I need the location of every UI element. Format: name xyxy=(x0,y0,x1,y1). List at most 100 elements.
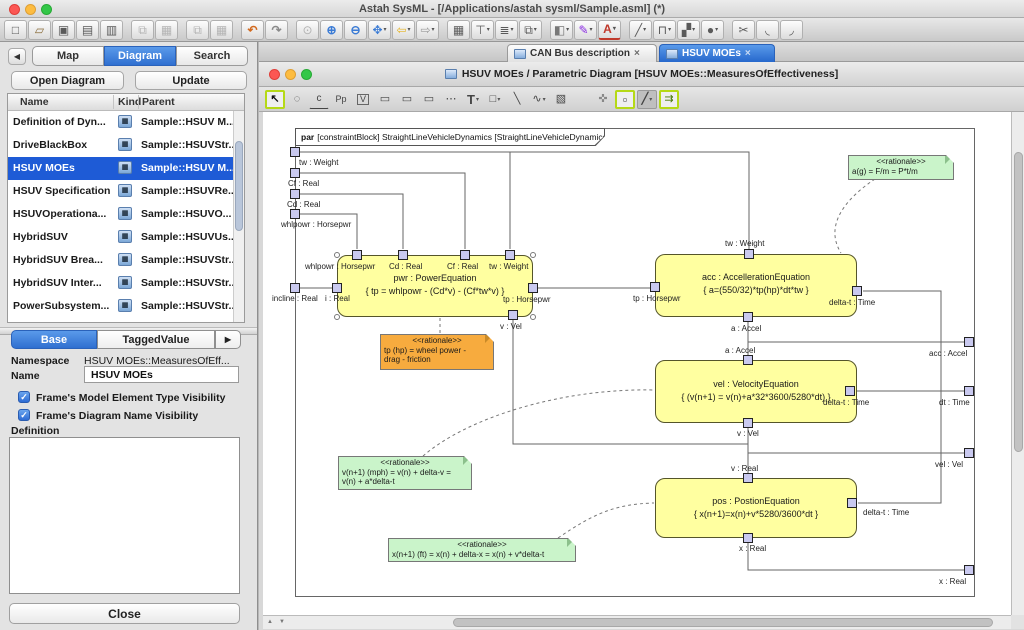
pwr-port-cf[interactable] xyxy=(460,250,470,260)
list-item[interactable]: HSUVOperationa... ▦ Sample::HSUVO... xyxy=(8,203,244,226)
model-element-type-checkbox[interactable]: ✓ xyxy=(18,391,30,403)
close-tab-icon[interactable]: × xyxy=(634,48,640,59)
forward-button[interactable]: ▾ xyxy=(416,20,439,40)
new-file-button[interactable] xyxy=(4,20,27,40)
package-tool-button[interactable] xyxy=(331,90,351,109)
tab-diagram[interactable]: Diagram xyxy=(104,46,176,66)
line-color-button[interactable]: ▾ xyxy=(574,20,597,40)
list-item[interactable]: HybridSUV Inter... ▦ Sample::HSUVStr... xyxy=(8,272,244,295)
curve-style-2-button[interactable] xyxy=(780,20,803,40)
list-item-selected[interactable]: HSUV MOEs ▦ Sample::HSUV M... xyxy=(8,157,244,180)
select-tool-button[interactable] xyxy=(265,90,285,109)
list-item[interactable]: Definition of Dyn... ▦ Sample::HSUV M... xyxy=(8,111,244,134)
fill-color-button[interactable]: ▾ xyxy=(550,20,573,40)
zoom-fit-button[interactable]: ▾ xyxy=(368,20,391,40)
paste-model-button[interactable] xyxy=(155,20,178,40)
print-preview-button[interactable] xyxy=(100,20,123,40)
name-input[interactable]: HSUV MOEs xyxy=(84,366,239,383)
scroll-down-icon[interactable]: ▼ xyxy=(279,619,285,625)
selection-handle[interactable] xyxy=(530,314,536,320)
align-vertical-button[interactable]: ▾ xyxy=(471,20,494,40)
pos-port-x[interactable] xyxy=(743,533,753,543)
font-color-button[interactable]: ▾ xyxy=(598,20,621,40)
rationale-note-position[interactable]: <<rationale>> x(n+1) (ft) = x(n) + delta… xyxy=(388,538,576,562)
list-item[interactable]: HybridSUV Brea... ▦ Sample::HSUVStr... xyxy=(8,249,244,272)
zoom-out-button[interactable] xyxy=(344,20,367,40)
frame-port-whlpowr[interactable] xyxy=(290,209,300,219)
column-header-name[interactable]: Name xyxy=(20,96,49,108)
back-button[interactable]: ▾ xyxy=(392,20,415,40)
tab-hsuv-moes[interactable]: HSUV MOEs × xyxy=(659,44,775,62)
scroll-up-icon[interactable]: ▲ xyxy=(267,619,273,625)
rationale-note-acceleration[interactable]: <<rationale>> a(g) = F/m = P*t/m xyxy=(848,155,954,180)
align-horizontal-button[interactable]: ▾ xyxy=(495,20,518,40)
depth-order-button[interactable]: ▾ xyxy=(519,20,542,40)
column-header-parent[interactable]: Parent xyxy=(142,96,175,108)
tab-taggedvalue[interactable]: TaggedValue xyxy=(97,330,215,349)
print-button[interactable] xyxy=(76,20,99,40)
vel-port-v[interactable] xyxy=(743,418,753,428)
text-tool-button[interactable]: ▾ xyxy=(463,90,483,109)
auto-layout-button[interactable]: ▾ xyxy=(677,20,700,40)
pwr-port-tp[interactable] xyxy=(528,283,538,293)
image-tool-button[interactable] xyxy=(551,90,571,109)
acc-port-a[interactable] xyxy=(743,312,753,322)
dashed-line-tool-button[interactable] xyxy=(441,90,461,109)
frame-port-vel[interactable] xyxy=(964,448,974,458)
close-button[interactable]: Close xyxy=(9,603,240,624)
pin-tool-button[interactable] xyxy=(593,90,613,109)
open-file-button[interactable] xyxy=(28,20,51,40)
frame-port-x[interactable] xyxy=(964,565,974,575)
pwr-port-i[interactable] xyxy=(332,283,342,293)
vertical-scrollbar[interactable] xyxy=(1011,112,1024,615)
pwr-port-whlpowr[interactable] xyxy=(352,250,362,260)
list-scrollbar[interactable] xyxy=(233,111,244,323)
constraint-property-tool-button[interactable] xyxy=(615,90,635,109)
save-button[interactable] xyxy=(52,20,75,40)
horizontal-scrollbar[interactable] xyxy=(263,615,1011,629)
tab-search[interactable]: Search xyxy=(176,46,248,66)
line-tool-button[interactable] xyxy=(507,90,527,109)
panel-back-button[interactable]: ◀ xyxy=(8,48,26,65)
tab-overflow-button[interactable]: ▶ xyxy=(215,330,241,349)
tab-map[interactable]: Map xyxy=(32,46,104,66)
zoom-in-button[interactable] xyxy=(320,20,343,40)
rect-tool-button[interactable]: ▾ xyxy=(485,90,505,109)
tab-can-bus-description[interactable]: CAN Bus description × xyxy=(507,44,657,62)
frame-port-dt[interactable] xyxy=(964,386,974,396)
copy-button[interactable] xyxy=(186,20,209,40)
tree-layout-button[interactable]: ▾ xyxy=(653,20,676,40)
acc-port-tp[interactable] xyxy=(650,282,660,292)
curve-style-1-button[interactable] xyxy=(756,20,779,40)
lasso-tool-button[interactable] xyxy=(287,90,307,109)
zoom-tool-button[interactable] xyxy=(296,20,319,40)
curve-tool-button[interactable]: ▾ xyxy=(529,90,549,109)
line-style-button[interactable]: ▾ xyxy=(629,20,652,40)
frame-port-acc[interactable] xyxy=(964,337,974,347)
acc-port-delta-t[interactable] xyxy=(852,286,862,296)
map-view-button[interactable] xyxy=(447,20,470,40)
rounded-rect-tool-button[interactable] xyxy=(419,90,439,109)
frame-port-cf[interactable] xyxy=(290,168,300,178)
constraint-parameter-tool-button[interactable] xyxy=(659,90,679,109)
definition-textarea[interactable] xyxy=(9,437,240,594)
list-item[interactable]: HSUV Specification ▦ Sample::HSUVRe... xyxy=(8,180,244,203)
scrollbar-thumb[interactable] xyxy=(1014,152,1023,452)
frame-port-cd[interactable] xyxy=(290,189,300,199)
diagram-name-visibility-checkbox[interactable]: ✓ xyxy=(18,409,30,421)
diagram-canvas[interactable]: par[constraintBlock] StraightLineVehicle… xyxy=(263,112,1011,615)
tab-base[interactable]: Base xyxy=(11,330,97,349)
close-tab-icon[interactable]: × xyxy=(745,48,751,59)
frame-port-tw[interactable] xyxy=(290,147,300,157)
selection-handle[interactable] xyxy=(334,314,340,320)
rationale-note-power[interactable]: <<rationale>> tp (hp) = wheel power - dr… xyxy=(380,334,494,370)
constraint-block-tool-button[interactable] xyxy=(397,90,417,109)
scrollbar-thumb[interactable] xyxy=(453,618,993,627)
pwr-port-v[interactable] xyxy=(508,310,518,320)
redo-button[interactable] xyxy=(265,20,288,40)
shape-button[interactable]: ▾ xyxy=(701,20,724,40)
rationale-note-velocity[interactable]: <<rationale>> v(n+1) (mph) = v(n) + delt… xyxy=(338,456,472,490)
vel-port-a[interactable] xyxy=(743,355,753,365)
pwr-port-cd[interactable] xyxy=(398,250,408,260)
block-tool-button[interactable] xyxy=(375,90,395,109)
